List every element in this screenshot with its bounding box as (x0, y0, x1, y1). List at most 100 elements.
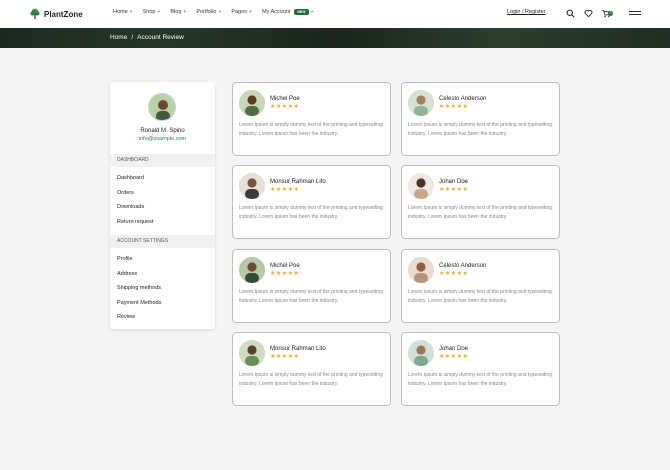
reviewer-photo (239, 173, 265, 199)
review-text: Lorem Ipsum is simply dummy text of the … (408, 289, 552, 304)
reviewer-avatar (408, 257, 434, 283)
brand-name: PlantZone (44, 9, 83, 19)
hamburger-line (629, 14, 641, 15)
cart-count-badge: 0 (608, 11, 613, 16)
reviewer-photo (408, 257, 434, 283)
chevron-down-icon: + (157, 9, 161, 15)
reviewer-name: Michel Poe (270, 96, 300, 102)
reviewer-avatar (408, 340, 434, 366)
sidebar-item-return-request[interactable]: Return request (117, 219, 153, 225)
nav-pages[interactable]: Pages + (231, 9, 252, 15)
page-banner (0, 28, 670, 48)
reviewer-photo (408, 90, 434, 116)
reviewer-photo (408, 340, 434, 366)
login-register-link[interactable]: Login / Register (507, 9, 546, 15)
sidebar-item-profile[interactable]: Profile (117, 256, 133, 262)
nav-label: Blog (170, 9, 182, 15)
section-dashboard: DASHBOARD (110, 154, 215, 167)
reviewer-photo (408, 173, 434, 199)
rating-stars: ★★★★★ (439, 354, 469, 360)
nav-shop[interactable]: Shop + (143, 9, 161, 15)
review-card: Michel Poe ★★★★★ Lorem Ipsum is simply d… (232, 249, 391, 323)
reviewer-name: Michel Poe (270, 263, 300, 269)
nav-my-account[interactable]: My Account NEW + (261, 9, 314, 15)
review-card: Monsur Rahman Lito ★★★★★ Lorem Ipsum is … (232, 332, 391, 406)
review-text: Lorem Ipsum is simply dummy text of the … (408, 122, 552, 137)
rating-stars: ★★★★★ (439, 271, 469, 277)
sidebar-item-shipping-methods[interactable]: Shipping methods (117, 285, 161, 291)
reviewer-name: Monsur Rahman Lito (270, 179, 326, 185)
reviewer-avatar (239, 340, 265, 366)
sidebar-item-dashboard[interactable]: Dashboard (117, 175, 144, 181)
reviewer-avatar (239, 90, 265, 116)
nav-label: Pages (231, 9, 248, 15)
reviewer-name: Monsur Rahman Lito (270, 346, 326, 352)
reviewer-photo (239, 90, 265, 116)
reviewer-name: Johan Doe (439, 179, 469, 185)
tree-icon (30, 8, 40, 19)
section-account-settings: ACCOUNT SETTINGS (110, 235, 215, 248)
rating-stars: ★★★★★ (439, 187, 469, 193)
review-card: Johan Doe ★★★★★ Lorem Ipsum is simply du… (401, 332, 560, 406)
review-text: Lorem Ipsum is simply dummy text of the … (239, 122, 383, 137)
hamburger-line (629, 11, 641, 12)
site-header: PlantZone Home + Shop + Blog + Portfolio… (0, 0, 670, 28)
nav-portfolio[interactable]: Portfolio + (196, 9, 221, 15)
sidebar-item-orders[interactable]: Orders (117, 190, 134, 196)
hamburger-icon[interactable] (629, 11, 641, 17)
breadcrumb-home[interactable]: Home (110, 34, 127, 41)
rating-stars: ★★★★★ (270, 104, 300, 110)
reviewer-avatar (408, 173, 434, 199)
breadcrumb-separator: / (131, 34, 134, 41)
nav-label: Shop (142, 9, 156, 15)
chevron-down-icon: + (218, 9, 222, 15)
reviewer-avatar (239, 257, 265, 283)
logo[interactable]: PlantZone (29, 8, 83, 20)
chevron-down-icon: + (129, 9, 133, 15)
user-photo (149, 94, 175, 120)
chevron-down-icon: + (183, 9, 187, 15)
review-text: Lorem Ipsum is simply dummy text of the … (408, 205, 552, 220)
review-text: Lorem Ipsum is simply dummy text of the … (239, 372, 383, 387)
sidebar-item-payment-methods[interactable]: Payment Methods (117, 300, 161, 306)
reviewer-name: Celesto Anderson (439, 263, 487, 269)
review-text: Lorem Ipsum is simply dummy text of the … (239, 205, 383, 220)
avatar (148, 93, 176, 121)
nav-home[interactable]: Home + (113, 9, 133, 15)
breadcrumb: Home / Account Review (110, 34, 184, 41)
review-card: Celesto Anderson ★★★★★ Lorem Ipsum is si… (401, 249, 560, 323)
rating-stars: ★★★★★ (270, 187, 300, 193)
account-sidebar: Ronald M. Spino info@example.com DASHBOA… (110, 82, 215, 329)
review-text: Lorem Ipsum is simply dummy text of the … (239, 289, 383, 304)
reviewer-avatar (239, 173, 265, 199)
nav-label: My Account (261, 9, 291, 15)
chevron-down-icon: + (249, 9, 252, 15)
rating-stars: ★★★★★ (270, 271, 300, 277)
reviewer-photo (239, 257, 265, 283)
sidebar-item-review[interactable]: Review (117, 314, 135, 320)
reviewer-avatar (408, 90, 434, 116)
review-card: Johan Doe ★★★★★ Lorem Ipsum is simply du… (401, 165, 560, 239)
reviewer-name: Celesto Anderson (439, 96, 487, 102)
search-icon[interactable] (566, 9, 575, 18)
sidebar-item-downloads[interactable]: Downloads (117, 204, 144, 210)
chevron-down-icon: + (310, 9, 314, 15)
reviewer-name: Johan Doe (439, 346, 469, 352)
rating-stars: ★★★★★ (270, 354, 300, 360)
rating-stars: ★★★★★ (439, 104, 469, 110)
review-text: Lorem Ipsum is simply dummy text of the … (408, 372, 552, 387)
nav-blog[interactable]: Blog + (170, 9, 186, 15)
user-name: Ronald M. Spino (140, 128, 185, 134)
heart-icon[interactable] (584, 9, 593, 18)
sidebar-item-address[interactable]: Address (117, 271, 137, 277)
new-badge: NEW (294, 9, 309, 15)
review-card: Celesto Anderson ★★★★★ Lorem Ipsum is si… (401, 82, 560, 156)
reviewer-photo (239, 340, 265, 366)
breadcrumb-current: Account Review (137, 34, 184, 41)
review-card: Michel Poe ★★★★★ Lorem Ipsum is simply d… (232, 82, 391, 156)
main-nav: Home + Shop + Blog + Portfolio + Pages +… (113, 9, 323, 15)
nav-label: Home (113, 9, 128, 15)
review-card: Monsur Rahman Lito ★★★★★ Lorem Ipsum is … (232, 165, 391, 239)
user-email[interactable]: info@example.com (110, 136, 215, 142)
nav-label: Portfolio (196, 9, 217, 15)
